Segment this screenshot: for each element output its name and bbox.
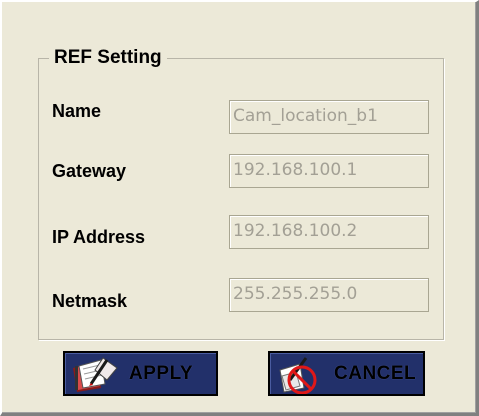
cancel-button[interactable]: CANCEL [268, 351, 425, 396]
ip-address-label: IP Address [52, 227, 146, 247]
ref-settings-dialog: REF Setting Name Cam_location_b1 Gateway… [0, 0, 479, 416]
name-label: Name [52, 101, 102, 121]
groupbox-title: REF Setting [49, 46, 167, 70]
name-field: Cam_location_b1 [229, 100, 429, 134]
apply-button-label: APPLY [129, 363, 194, 384]
netmask-field: 255.255.255.0 [229, 278, 429, 312]
cancel-button-label: CANCEL [334, 363, 417, 384]
ip-address-field: 192.168.100.2 [229, 215, 429, 249]
gateway-field: 192.168.100.1 [229, 154, 429, 188]
netmask-label: Netmask [52, 291, 128, 311]
gateway-label: Gateway [52, 161, 127, 181]
apply-button[interactable]: APPLY [63, 351, 218, 396]
